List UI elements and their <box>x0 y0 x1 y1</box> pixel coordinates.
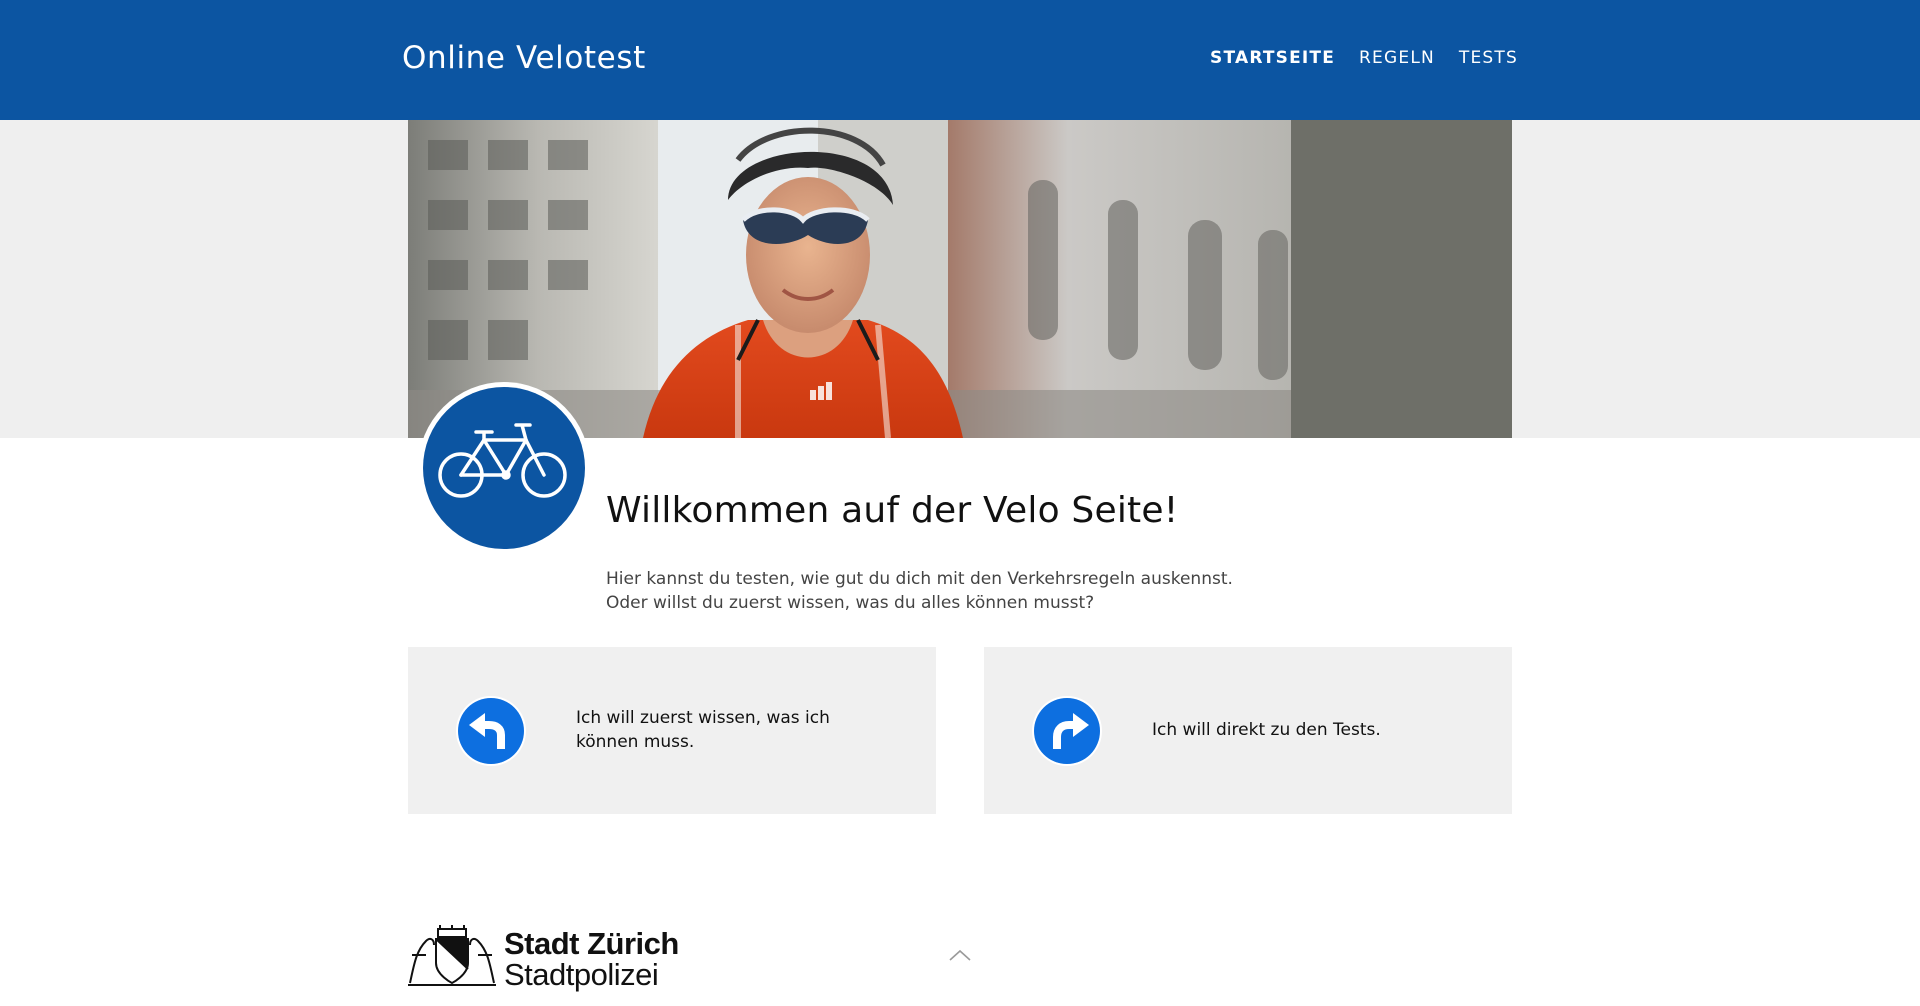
intro-line-1: Hier kannst du testen, wie gut du dich m… <box>606 569 1233 589</box>
site-title[interactable]: Online Velotest <box>402 40 646 76</box>
intro-text: Hier kannst du testen, wie gut du dich m… <box>606 567 1233 615</box>
site-header: Online Velotest STARTSEITE REGELN TESTS <box>0 0 1920 120</box>
go-to-tests-text: Ich will direkt zu den Tests. <box>1152 720 1381 740</box>
bicycle-sign-icon <box>416 380 592 556</box>
page-title: Willkommen auf der Velo Seite! <box>606 490 1179 531</box>
go-to-tests-card[interactable]: Ich will direkt zu den Tests. <box>984 647 1512 814</box>
zurich-coat-of-arms-icon <box>408 925 496 986</box>
turn-left-arrow-icon <box>456 696 526 766</box>
chevron-up-icon[interactable] <box>948 948 972 962</box>
stadt-zuerich-logo[interactable]: Stadt Zürich Stadtpolizei <box>406 925 682 992</box>
nav-item-startseite[interactable]: STARTSEITE <box>1210 48 1335 68</box>
learn-rules-text: Ich will zuerst wissen, was ich können m… <box>576 708 830 752</box>
learn-rules-card[interactable]: Ich will zuerst wissen, was ich können m… <box>408 647 936 814</box>
main-nav: STARTSEITE REGELN TESTS <box>1210 48 1518 68</box>
logo-line-2: Stadtpolizei <box>504 957 659 992</box>
nav-item-regeln[interactable]: REGELN <box>1359 48 1435 68</box>
turn-right-arrow-icon <box>1032 696 1102 766</box>
intro-line-2: Oder willst du zuerst wissen, was du all… <box>606 593 1095 613</box>
nav-item-tests[interactable]: TESTS <box>1459 48 1518 68</box>
